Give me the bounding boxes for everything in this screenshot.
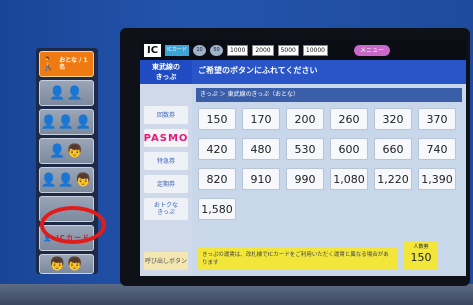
- commuter-pass-button[interactable]: 定期券: [144, 175, 188, 193]
- discount-ticket-button[interactable]: おトクな きっぷ: [144, 198, 188, 220]
- ic-card-tag: ICカード: [165, 44, 190, 56]
- passenger-count-box: 人数券 150: [404, 242, 438, 270]
- bill-2000-icon: 2000: [252, 44, 274, 56]
- fare-button[interactable]: 910: [242, 168, 280, 190]
- bill-10000-icon: 10000: [302, 44, 328, 56]
- screen-topbar: IC ICカード 10 50 1000 2000 5000 10000 メニュー: [140, 40, 466, 60]
- touch-screen: IC ICカード 10 50 1000 2000 5000 10000 メニュー…: [140, 40, 466, 276]
- adult-one-button[interactable]: 🚶 おとな / 1名: [39, 51, 94, 77]
- two-persons-icon: 👤👤: [49, 85, 84, 101]
- bill-1000-icon: 1000: [227, 44, 249, 56]
- two-children-icon: 👦👦: [49, 256, 84, 272]
- adult-child-icon: 👤👦: [49, 143, 84, 159]
- three-persons-icon: 👤👤👤: [40, 114, 93, 130]
- fare-button[interactable]: 420: [198, 138, 236, 160]
- count-value: 150: [410, 251, 432, 264]
- fare-notice: きっぷの運賃は、改札機でICカードをご利用いただく運賃と異なる場合があります: [198, 248, 398, 270]
- fare-button[interactable]: 200: [286, 108, 324, 130]
- adult-one-label: おとな / 1名: [59, 57, 88, 71]
- fare-button[interactable]: 320: [374, 108, 412, 130]
- pasmo-button[interactable]: PASMO: [144, 129, 188, 147]
- instruction-header: ご希望のボタンにふれてください: [192, 60, 466, 84]
- breadcrumb: きっぷ ＞ 東武線のきっぷ（おとな）: [196, 88, 462, 102]
- fare-button[interactable]: 1,580: [198, 198, 236, 220]
- two-children-button[interactable]: 👦👦: [39, 254, 94, 274]
- machine-bottom-plate: [0, 284, 473, 305]
- bill-5000-icon: 5000: [277, 44, 299, 56]
- fare-button[interactable]: 740: [418, 138, 456, 160]
- menu-button[interactable]: メニュー: [353, 44, 390, 56]
- fare-button[interactable]: 1,080: [330, 168, 368, 190]
- fare-button[interactable]: 820: [198, 168, 236, 190]
- fare-button[interactable]: 1,390: [418, 168, 456, 190]
- fare-button[interactable]: 260: [330, 108, 368, 130]
- fare-button[interactable]: 600: [330, 138, 368, 160]
- adult-child-button[interactable]: 👤👦: [39, 138, 94, 164]
- coupon-ticket-button[interactable]: 回数券: [144, 106, 188, 124]
- two-adults-child-button[interactable]: 👤👤👦: [39, 167, 94, 193]
- fare-button[interactable]: 660: [374, 138, 412, 160]
- two-adults-child-icon: 👤👤👦: [40, 172, 93, 188]
- adult-person-icon: 🚶: [40, 56, 58, 72]
- two-adults-button[interactable]: 👤👤: [39, 80, 94, 106]
- three-adults-button[interactable]: 👤👤👤: [39, 109, 94, 135]
- fare-button[interactable]: 170: [242, 108, 280, 130]
- fare-content-area: きっぷ ＞ 東武線のきっぷ（おとな） 150 170 200 260 320 370 420…: [192, 84, 466, 276]
- ic-label: IC: [144, 43, 162, 57]
- call-button[interactable]: 呼び出しボタン: [144, 252, 188, 270]
- fare-button[interactable]: 1,220: [374, 168, 412, 190]
- coin-10-icon: 10: [193, 44, 207, 56]
- fare-button[interactable]: 530: [286, 138, 324, 160]
- limited-express-button[interactable]: 特急券: [144, 152, 188, 170]
- fare-button[interactable]: 480: [242, 138, 280, 160]
- highlight-red-circle: [40, 206, 106, 244]
- count-label: 人数券: [413, 244, 429, 250]
- tobu-tickets-header: 東武線の きっぷ: [140, 60, 192, 84]
- fare-button[interactable]: 990: [286, 168, 324, 190]
- coin-50-icon: 50: [210, 44, 224, 56]
- fare-button[interactable]: 150: [198, 108, 236, 130]
- ticket-type-sidebar: 回数券 PASMO 特急券 定期券 おトクな きっぷ 呼び出しボタン: [140, 84, 192, 276]
- fare-button[interactable]: 370: [418, 108, 456, 130]
